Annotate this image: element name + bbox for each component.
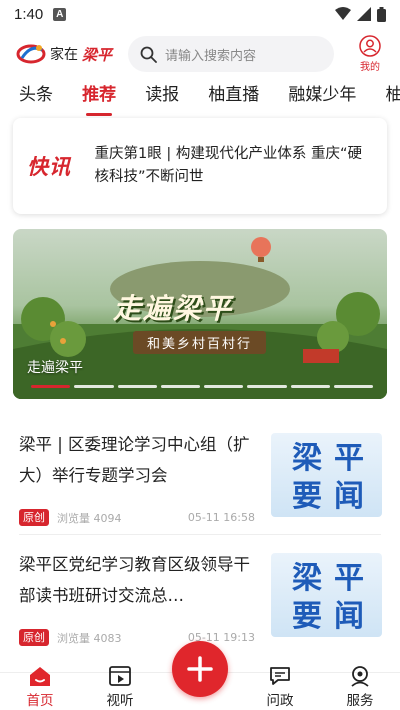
top-header: 家在 梁平 请输入搜索内容 我的 [0,34,400,74]
view-count: 浏览量 4083 [57,631,122,645]
chat-icon [270,667,290,685]
thumb-char: 闻 [334,599,364,634]
view-count: 浏览量 4094 [57,511,122,525]
publish-time: 05-11 16:58 [187,511,255,524]
wifi-icon [335,7,351,20]
user-icon [359,35,381,57]
thumb-char: 梁 [292,441,322,476]
carousel-dot [290,385,330,388]
tab-newspaper[interactable]: 读报 [145,78,179,118]
banner-title: 走遍梁平 [113,292,234,325]
flash-news-card[interactable]: 快讯 重庆第1眼 | 构建现代化产业体系 重庆“硬核科技”不断问世 [13,118,387,214]
tab-headlines[interactable]: 头条 [19,78,53,118]
original-tag: 原创 [19,629,49,646]
add-button[interactable] [172,641,228,697]
nav-ask-label: 问政 [266,693,294,709]
tab-youth[interactable]: 融媒少年 [288,78,356,118]
flash-news-text: 重庆第1眼 | 构建现代化产业体系 重庆“硬核科技”不断问世 [94,146,362,185]
search-bar[interactable]: 请输入搜索内容 [128,36,334,72]
status-time: 1:40 [14,5,44,23]
carousel-dot [31,385,71,388]
thumb-char: 闻 [334,479,364,514]
thumb-char: 平 [334,561,364,596]
nav-video[interactable]: 视听 [90,665,150,709]
tab-recommend[interactable]: 推荐 [82,78,116,118]
carousel-dot [74,385,114,388]
app-logo[interactable]: 家在 梁平 [16,42,128,66]
mine-button[interactable]: 我的 [352,35,388,73]
home-icon [30,667,50,686]
thumb-char: 要 [292,599,322,634]
status-icons [335,6,386,22]
banner-caption: 走遍梁平 [27,360,83,376]
service-icon [351,666,369,687]
logo-emblem-icon [16,44,46,64]
plus-icon [187,656,213,682]
news-title: 梁平 | 区委理论学习中心组（扩大）举行专题学习会 [19,435,250,485]
bottom-nav: 首页 视听 问政 服务 [0,641,400,710]
banner-subtitle: 和美乡村百村行 [133,331,267,354]
flash-badge: 快讯 [27,155,71,179]
video-icon [109,666,131,686]
news-meta: 原创 浏览量 4094 05-11 16:58 [19,509,255,526]
mine-label: 我的 [360,62,380,73]
nav-video-label: 视听 [106,693,134,709]
logo-prefix: 家在 [50,47,78,63]
battery-icon [377,6,386,22]
carousel-dot [160,385,200,388]
news-title: 梁平区党纪学习教育区级领导干部读书班研讨交流总… [19,555,250,605]
thumb-char: 要 [292,479,322,514]
news-item[interactable]: 梁平区党纪学习教育区级领导干部读书班研讨交流总… 原创 浏览量 4083 05-… [0,535,400,653]
carousel-dot [117,385,157,388]
logo-brand: 梁平 [82,45,113,64]
signal-icon [357,7,371,21]
nav-home-label: 首页 [26,693,54,709]
search-placeholder: 请输入搜索内容 [165,48,257,64]
carousel-dot [204,385,244,388]
nav-service[interactable]: 服务 [330,665,390,709]
tab-video[interactable]: 柚视 [385,78,400,118]
tab-live[interactable]: 柚直播 [208,78,259,118]
nav-home[interactable]: 首页 [10,665,70,709]
carousel-indicator [31,385,373,388]
news-thumbnail: 梁 平 要 闻 [271,553,382,637]
carousel-dot [333,385,373,388]
search-icon [140,46,157,63]
original-tag: 原创 [19,509,49,526]
carousel-dot [247,385,287,388]
news-thumbnail: 梁 平 要 闻 [271,433,382,517]
news-item[interactable]: 梁平 | 区委理论学习中心组（扩大）举行专题学习会 原创 浏览量 4094 05… [0,415,400,533]
nav-ask[interactable]: 问政 [250,665,310,709]
nav-service-label: 服务 [346,693,374,709]
banner-carousel[interactable]: 走遍梁平 和美乡村百村行 走遍梁平 [13,229,387,399]
status-bar: 1:40 A [0,0,400,28]
thumb-char: 平 [334,441,364,476]
channel-tabs: 头条 推荐 读报 柚直播 融媒少年 柚视 [0,78,400,118]
news-meta: 原创 浏览量 4083 05-11 19:13 [19,629,255,646]
notification-icon: A [53,7,67,21]
thumb-char: 梁 [292,561,322,596]
